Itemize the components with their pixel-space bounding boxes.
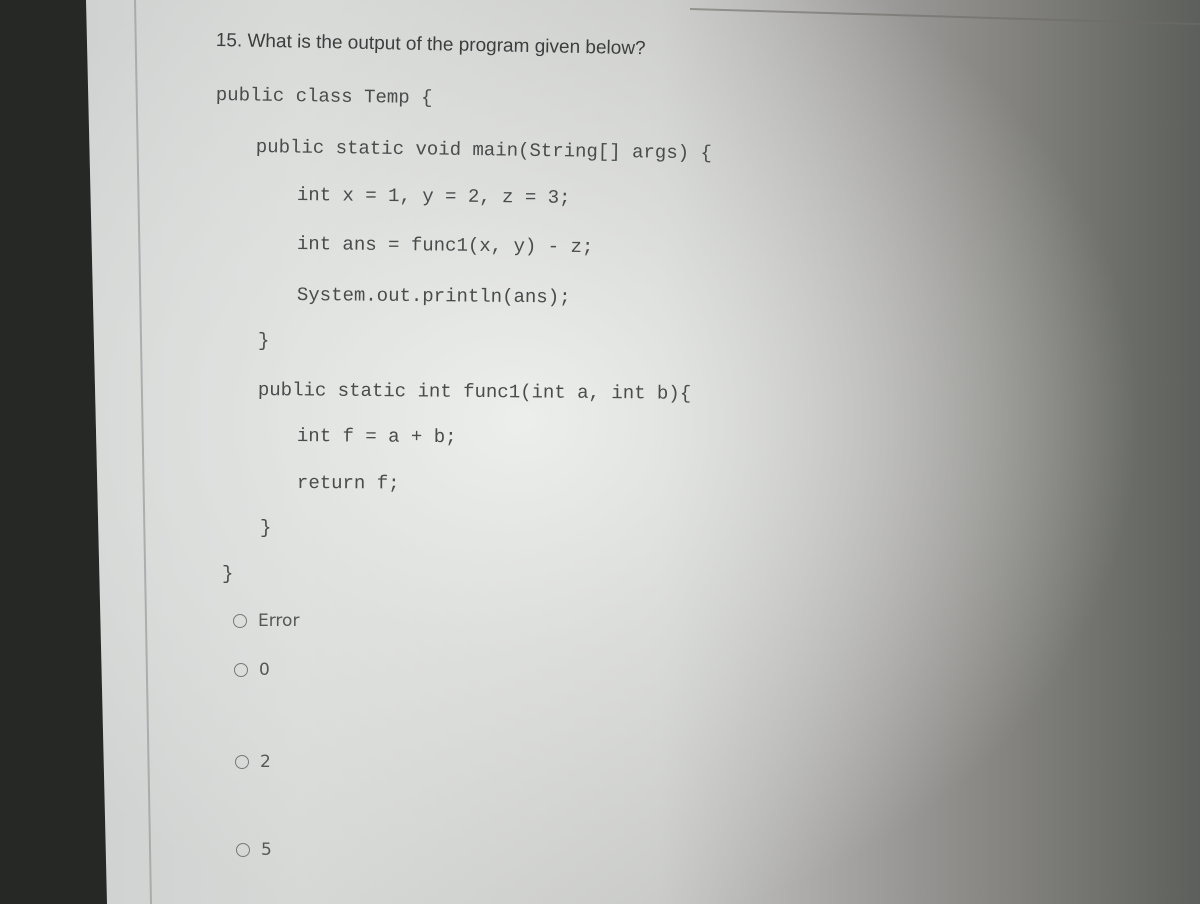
code-line: } xyxy=(258,330,270,352)
option-5[interactable]: 5 xyxy=(236,840,272,860)
radio-button-icon[interactable] xyxy=(234,663,248,677)
question-text: 15. What is the output of the program gi… xyxy=(215,30,646,60)
quiz-page: 15. What is the output of the program gi… xyxy=(0,0,1200,904)
code-line: int f = a + b; xyxy=(296,425,457,449)
option-2[interactable]: 2 xyxy=(235,752,271,772)
code-line: return f; xyxy=(296,472,400,495)
radio-button-icon[interactable] xyxy=(235,755,249,769)
radio-button-icon[interactable] xyxy=(233,614,247,628)
option-label: 0 xyxy=(259,660,270,680)
option-label: 5 xyxy=(261,840,272,860)
option-0[interactable]: 0 xyxy=(234,660,270,680)
code-line: public class Temp { xyxy=(215,84,433,110)
code-line: } xyxy=(222,563,234,585)
option-error[interactable]: Error xyxy=(233,611,299,631)
option-label: Error xyxy=(258,611,300,631)
code-line: System.out.println(ans); xyxy=(296,284,571,309)
code-line: } xyxy=(260,517,272,539)
radio-button-icon[interactable] xyxy=(236,843,250,857)
code-line: int x = 1, y = 2, z = 3; xyxy=(296,184,571,209)
option-label: 2 xyxy=(260,752,271,772)
code-line: int ans = func1(x, y) - z; xyxy=(296,233,594,259)
code-line: public static int func1(int a, int b){ xyxy=(257,379,692,405)
code-line: public static void main(String[] args) { xyxy=(255,136,713,165)
